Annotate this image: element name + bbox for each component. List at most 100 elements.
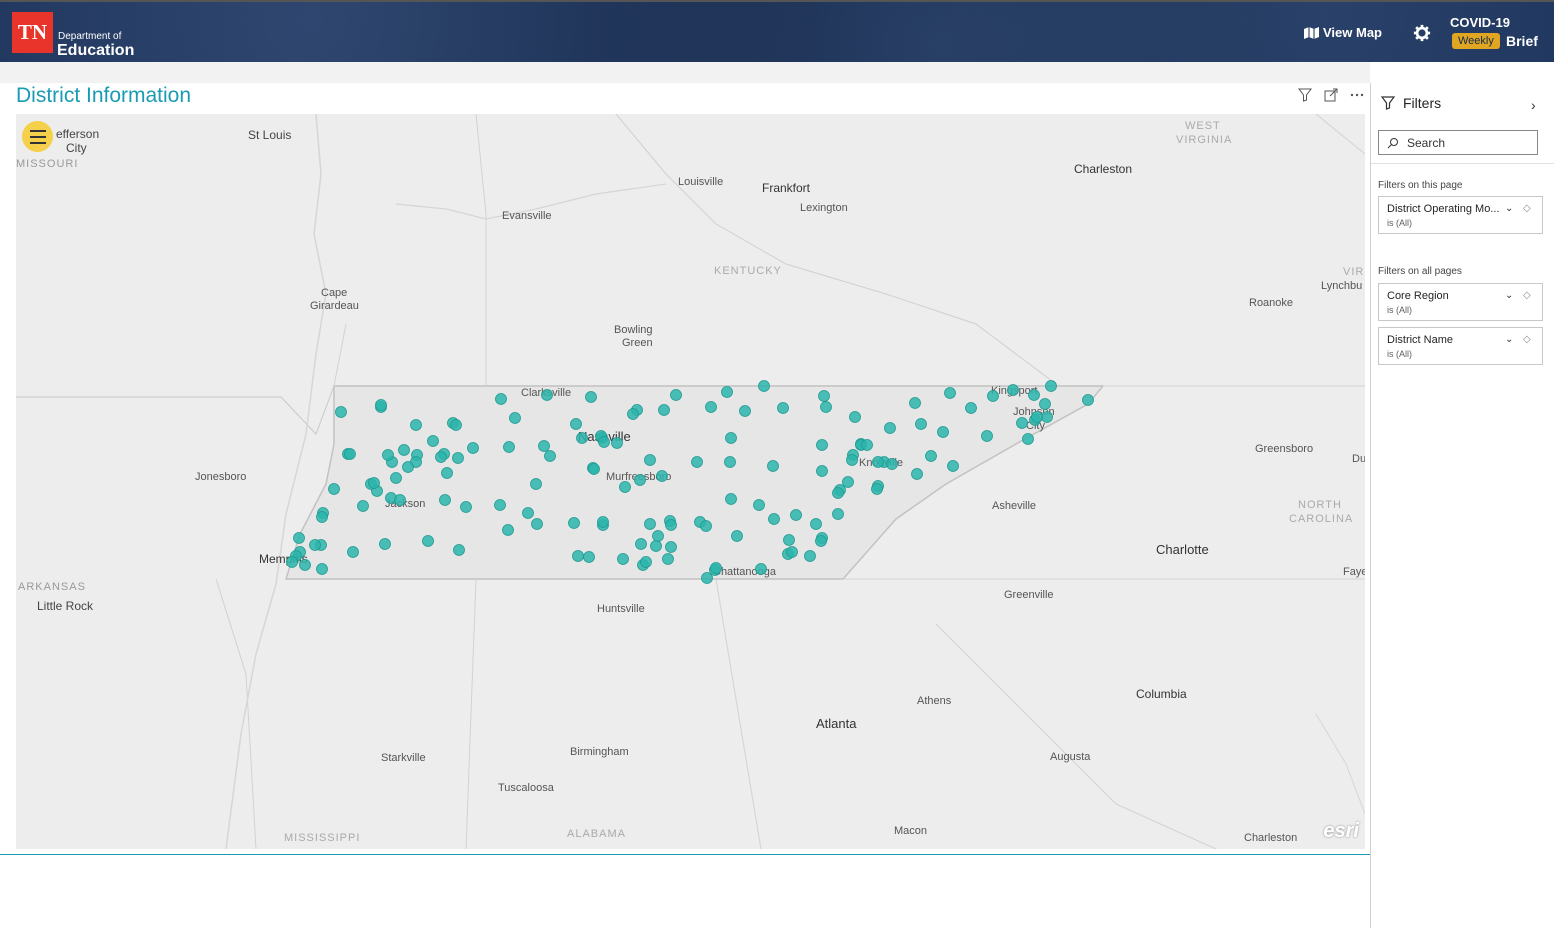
district-marker[interactable] (861, 439, 873, 451)
district-marker[interactable] (725, 493, 737, 505)
district-marker[interactable] (568, 517, 580, 529)
district-marker[interactable] (700, 520, 712, 532)
district-marker[interactable] (816, 465, 828, 477)
map-canvas[interactable]: effersonCity MISSOURI St Louis Louisville Fr… (16, 114, 1365, 849)
district-marker[interactable] (721, 386, 733, 398)
district-marker[interactable] (398, 444, 410, 456)
district-marker[interactable] (538, 440, 550, 452)
district-marker[interactable] (450, 419, 462, 431)
eraser-icon[interactable]: ◇ (1523, 290, 1531, 301)
view-map-button[interactable]: View Map (1304, 25, 1382, 40)
district-marker[interactable] (640, 556, 652, 568)
chevron-down-icon[interactable]: ⌄ (1505, 290, 1513, 301)
district-marker[interactable] (502, 524, 514, 536)
district-marker[interactable] (316, 563, 328, 575)
district-marker[interactable] (382, 449, 394, 461)
district-marker[interactable] (427, 435, 439, 447)
district-marker[interactable] (439, 494, 451, 506)
chevron-down-icon[interactable]: ⌄ (1505, 334, 1513, 345)
district-marker[interactable] (804, 550, 816, 562)
district-marker[interactable] (635, 538, 647, 550)
district-marker[interactable] (710, 562, 722, 574)
district-marker[interactable] (739, 405, 751, 417)
district-marker[interactable] (1041, 411, 1053, 423)
district-marker[interactable] (658, 404, 670, 416)
district-marker[interactable] (390, 472, 402, 484)
district-marker[interactable] (452, 452, 464, 464)
district-marker[interactable] (611, 437, 623, 449)
district-marker[interactable] (572, 550, 584, 562)
filters-search-input[interactable]: Search (1378, 130, 1538, 155)
district-marker[interactable] (947, 460, 959, 472)
district-marker[interactable] (644, 454, 656, 466)
district-marker[interactable] (725, 432, 737, 444)
focus-mode-icon[interactable] (1324, 88, 1338, 102)
district-marker[interactable] (1007, 384, 1019, 396)
district-map[interactable]: efferson City MISSOURI St Louis Louisville Fr… (16, 114, 1365, 849)
district-marker[interactable] (650, 540, 662, 552)
district-marker[interactable] (731, 530, 743, 542)
district-marker[interactable] (665, 541, 677, 553)
district-marker[interactable] (846, 454, 858, 466)
eraser-icon[interactable]: ◇ (1523, 334, 1531, 345)
district-marker[interactable] (884, 422, 896, 434)
district-marker[interactable] (656, 470, 668, 482)
district-marker[interactable] (652, 530, 664, 542)
district-marker[interactable] (818, 390, 830, 402)
district-marker[interactable] (530, 478, 542, 490)
district-marker[interactable] (503, 441, 515, 453)
district-marker[interactable] (842, 476, 854, 488)
district-marker[interactable] (375, 399, 387, 411)
district-marker[interactable] (909, 397, 921, 409)
district-marker[interactable] (309, 539, 321, 551)
district-marker[interactable] (544, 450, 556, 462)
district-marker[interactable] (1028, 389, 1040, 401)
district-marker[interactable] (435, 451, 447, 463)
district-marker[interactable] (509, 412, 521, 424)
district-marker[interactable] (670, 389, 682, 401)
district-marker[interactable] (410, 419, 422, 431)
district-marker[interactable] (810, 518, 822, 530)
district-marker[interactable] (705, 401, 717, 413)
district-marker[interactable] (460, 501, 472, 513)
filter-icon[interactable] (1298, 88, 1312, 102)
filter-card-district-name[interactable]: District Name is (All) ⌄ ◇ (1378, 327, 1543, 365)
district-marker[interactable] (915, 418, 927, 430)
district-marker[interactable] (531, 518, 543, 530)
district-marker[interactable] (790, 509, 802, 521)
district-marker[interactable] (701, 572, 713, 584)
district-marker[interactable] (871, 483, 883, 495)
district-marker[interactable] (911, 468, 923, 480)
district-marker[interactable] (293, 532, 305, 544)
district-marker[interactable] (1031, 411, 1043, 423)
district-marker[interactable] (619, 481, 631, 493)
district-marker[interactable] (815, 535, 827, 547)
gear-icon[interactable] (1413, 24, 1431, 42)
district-marker[interactable] (299, 559, 311, 571)
district-marker[interactable] (328, 483, 340, 495)
district-marker[interactable] (441, 467, 453, 479)
district-marker[interactable] (753, 499, 765, 511)
district-marker[interactable] (379, 538, 391, 550)
district-marker[interactable] (570, 418, 582, 430)
district-marker[interactable] (758, 380, 770, 392)
collapse-filters-chevron-icon[interactable]: › (1531, 97, 1536, 113)
district-marker[interactable] (777, 402, 789, 414)
district-marker[interactable] (644, 518, 656, 530)
district-marker[interactable] (576, 432, 588, 444)
district-marker[interactable] (820, 401, 832, 413)
district-marker[interactable] (665, 519, 677, 531)
district-marker[interactable] (286, 556, 298, 568)
filter-card-operating-model[interactable]: District Operating Mo... is (All) ⌄ ◇ (1378, 196, 1543, 234)
district-marker[interactable] (422, 535, 434, 547)
district-marker[interactable] (724, 456, 736, 468)
district-marker[interactable] (583, 551, 595, 563)
district-marker[interactable] (1045, 380, 1057, 392)
district-marker[interactable] (617, 553, 629, 565)
district-marker[interactable] (849, 411, 861, 423)
district-marker[interactable] (344, 448, 356, 460)
district-marker[interactable] (357, 500, 369, 512)
district-marker[interactable] (662, 553, 674, 565)
district-marker[interactable] (627, 408, 639, 420)
district-marker[interactable] (944, 387, 956, 399)
